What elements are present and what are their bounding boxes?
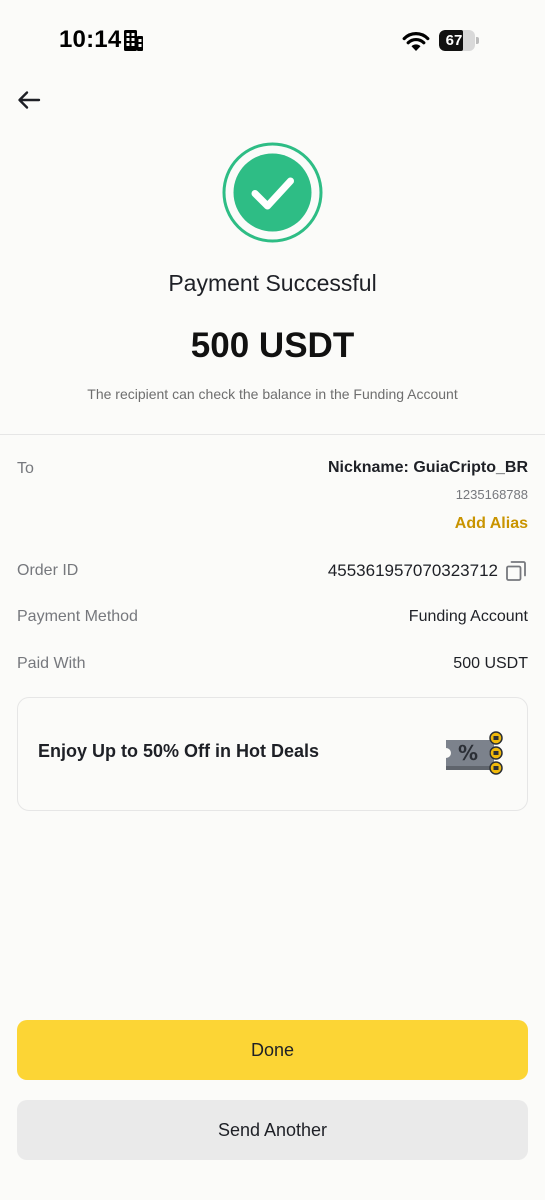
copy-icon[interactable]: [505, 560, 527, 582]
wifi-icon: [402, 32, 430, 51]
status-time: 10:14: [59, 26, 122, 53]
order-id-label: Order ID: [17, 562, 79, 579]
check-circle-icon: [222, 142, 323, 243]
recipient-account-id: 1235168788: [455, 487, 528, 502]
payment-success-screen: 10:14 67 Payment Successful 500 USDT The…: [0, 0, 545, 1200]
divider: [0, 434, 545, 435]
done-button[interactable]: Done: [17, 1020, 528, 1080]
status-bar: 10:14 67: [0, 0, 545, 80]
add-alias-link[interactable]: Add Alias: [455, 515, 528, 533]
page-title: Payment Successful: [168, 270, 377, 296]
payment-method-label: Payment Method: [17, 608, 138, 625]
coupon-icon: %: [446, 731, 503, 775]
recipient-nickname: Nickname: GuiaCripto_BR: [327, 459, 528, 476]
promo-text: Enjoy Up to 50% Off in Hot Deals: [38, 741, 320, 761]
to-label: To: [17, 460, 34, 477]
payment-method-value: Funding Account: [408, 608, 528, 625]
battery-level: 67: [445, 32, 463, 49]
building-icon: [124, 30, 143, 51]
arrow-left-icon[interactable]: [15, 86, 43, 114]
hot-deals-banner[interactable]: Enjoy Up to 50% Off in Hot Deals %: [17, 697, 528, 811]
paid-with-label: Paid With: [17, 655, 86, 672]
svg-text:%: %: [458, 741, 478, 765]
battery-cap: [476, 37, 479, 44]
payment-subtitle: The recipient can check the balance in t…: [87, 386, 458, 402]
order-id-value: 455361957070323712: [327, 561, 498, 580]
send-another-button[interactable]: Send Another: [17, 1100, 528, 1160]
battery-indicator: 67: [439, 30, 479, 51]
battery-body: 67: [439, 30, 475, 51]
payment-amount: 500 USDT: [190, 326, 355, 365]
paid-with-value: 500 USDT: [453, 655, 528, 672]
